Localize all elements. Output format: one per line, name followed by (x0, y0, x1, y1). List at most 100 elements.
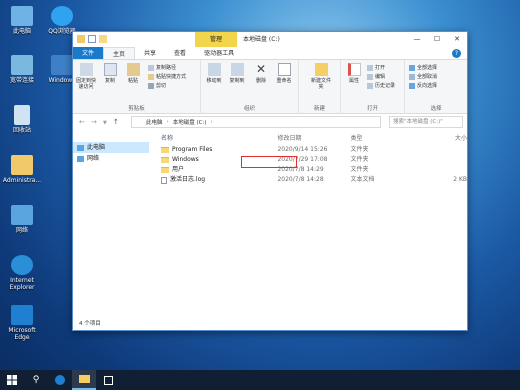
taskbar: ⚲ (0, 370, 520, 390)
paste-icon (126, 63, 140, 76)
file-type: 文件夹 (350, 166, 369, 173)
invert-selection-button[interactable]: 反向选择 (409, 83, 437, 89)
maximize-button[interactable]: ☐ (427, 32, 447, 47)
properties-label: 属性 (348, 78, 359, 84)
forward-arrow-icon[interactable]: → (91, 118, 97, 126)
breadcrumb-item[interactable]: 此电脑 (146, 118, 163, 126)
window-controls: — ☐ ✕ (407, 32, 467, 47)
desktop-icon-label: 宽带连接 (9, 77, 34, 84)
desktop-icon-edge[interactable]: Microsoft Edge (0, 305, 44, 341)
taskbar-store-button[interactable] (96, 370, 120, 390)
select-none-button[interactable]: 全部取消 (409, 74, 437, 80)
up-arrow-icon[interactable]: ↑ (113, 118, 119, 126)
search-input[interactable]: 搜索"本地磁盘 (C:)" (389, 116, 463, 128)
taskbar-edge-button[interactable] (48, 370, 72, 390)
column-size[interactable]: 大小 (420, 132, 467, 145)
column-date[interactable]: 修改日期 (277, 132, 350, 145)
copy-to-button[interactable]: 复制到 (227, 63, 247, 84)
new-folder-button[interactable]: 新建文件夹 (309, 63, 333, 90)
windows-highlight-box (241, 156, 297, 168)
taskbar-file-explorer-button[interactable] (72, 370, 96, 390)
file-row-program-files[interactable]: Program Files 2020/9/14 15:26 文件夹 (155, 145, 467, 155)
properties-icon (347, 63, 361, 76)
start-button[interactable] (0, 370, 24, 390)
desktop-icon-administrator[interactable]: Administra... (0, 155, 44, 184)
column-header-row: 名称 修改日期 类型 大小 (155, 132, 467, 145)
pin-quick-access-button[interactable]: 固定到快速访问 (76, 63, 96, 90)
windows-logo-icon (7, 375, 17, 385)
check-icon[interactable] (88, 35, 96, 43)
desktop-icon-ie[interactable]: Internet Explorer (0, 255, 44, 291)
desktop-icon-network[interactable]: 网络 (0, 205, 44, 234)
navigation-pane: 此电脑 网络 (73, 132, 149, 318)
history-button[interactable]: 历史记录 (367, 83, 395, 89)
nav-item-this-pc[interactable]: 此电脑 (73, 142, 149, 153)
search-button[interactable]: ⚲ (24, 370, 48, 390)
folder-icon[interactable] (77, 35, 85, 43)
text-file-icon (161, 176, 167, 184)
desktop-icon-broadband[interactable]: 宽带连接 (0, 55, 44, 84)
select-none-icon (409, 74, 415, 80)
item-count: 4 个项目 (79, 321, 101, 327)
clipboard-group: 固定到快速访问 复制 粘贴 复制路径 粘贴快捷方式 剪切 剪贴板 (73, 60, 201, 114)
tab-view[interactable]: 查看 (165, 47, 195, 59)
breadcrumb-item[interactable]: 本地磁盘 (C:) (173, 118, 207, 126)
new-group-name: 新建 (313, 106, 325, 112)
column-name[interactable]: 名称 (155, 132, 277, 145)
tab-share[interactable]: 共享 (135, 47, 165, 59)
paste-button[interactable]: 粘贴 (123, 63, 143, 84)
select-all-icon (409, 65, 415, 71)
open-label: 打开 (375, 65, 386, 71)
file-type: 文件夹 (350, 156, 369, 163)
folder-icon (161, 157, 169, 163)
minimize-button[interactable]: — (407, 32, 427, 47)
paste-shortcut-button[interactable]: 粘贴快捷方式 (148, 74, 186, 80)
close-button[interactable]: ✕ (447, 32, 467, 47)
rename-button[interactable]: 重命名 (274, 63, 294, 84)
edge-icon (55, 375, 65, 385)
edit-button[interactable]: 编辑 (367, 74, 385, 80)
back-arrow-icon[interactable]: ← (79, 118, 85, 126)
cut-label: 剪切 (156, 83, 167, 89)
copy-path-button[interactable]: 复制路径 (148, 65, 176, 71)
file-row-users[interactable]: 用户 2020/7/8 14:29 文件夹 (155, 165, 467, 175)
open-group: 属性 打开 编辑 历史记录 打开 (341, 60, 405, 114)
copy-button[interactable]: 复制 (100, 63, 120, 84)
tab-home[interactable]: 主页 (103, 47, 136, 59)
properties-button[interactable]: 属性 (344, 63, 364, 84)
title-bar: 管理 本地磁盘 (C:) — ☐ ✕ (73, 32, 467, 47)
status-bar: 4 个项目 (73, 318, 467, 330)
new-folder-icon[interactable] (99, 35, 107, 43)
new-folder-icon (314, 63, 328, 76)
address-box[interactable]: 此电脑 › 本地磁盘 (C:) › (131, 116, 381, 128)
file-name: 用户 (172, 166, 185, 173)
cut-button[interactable]: 剪切 (148, 83, 166, 89)
desktop-icon-this-pc[interactable]: 此电脑 (0, 6, 44, 35)
help-icon[interactable]: ? (452, 49, 461, 58)
quick-access-toolbar (77, 35, 107, 43)
delete-button[interactable]: ✕ 删除 (251, 63, 271, 85)
tab-file[interactable]: 文件 (73, 47, 104, 59)
tab-drive-tools[interactable]: 驱动器工具 (195, 47, 243, 59)
open-group-name: 打开 (366, 106, 378, 112)
select-all-button[interactable]: 全部选择 (409, 65, 437, 71)
tab-manage[interactable]: 管理 (195, 32, 237, 47)
file-date: 2020/7/8 14:28 (277, 176, 324, 183)
recycle-bin-icon (14, 105, 30, 125)
open-button[interactable]: 打开 (367, 65, 385, 71)
pin-icon (79, 63, 93, 76)
nav-item-network[interactable]: 网络 (73, 153, 149, 164)
move-to-button[interactable]: 移动到 (204, 63, 224, 84)
file-row-log[interactable]: 激活日志.log 2020/7/8 14:28 文本文档 2 KB (155, 175, 467, 185)
desktop-icon-recycle-bin[interactable]: 回收站 (0, 105, 44, 134)
scissors-icon (148, 83, 154, 89)
file-row-windows[interactable]: Windows 2020/7/29 17:08 文件夹 (155, 155, 467, 165)
edit-label: 编辑 (375, 74, 386, 80)
copy-icon (103, 63, 117, 76)
recent-chevron-icon[interactable]: ▼ (103, 120, 107, 126)
copy-to-icon (230, 63, 244, 76)
edit-icon (367, 74, 373, 80)
rename-icon (277, 63, 291, 76)
column-type[interactable]: 类型 (351, 132, 420, 145)
select-all-label: 全部选择 (417, 65, 438, 71)
